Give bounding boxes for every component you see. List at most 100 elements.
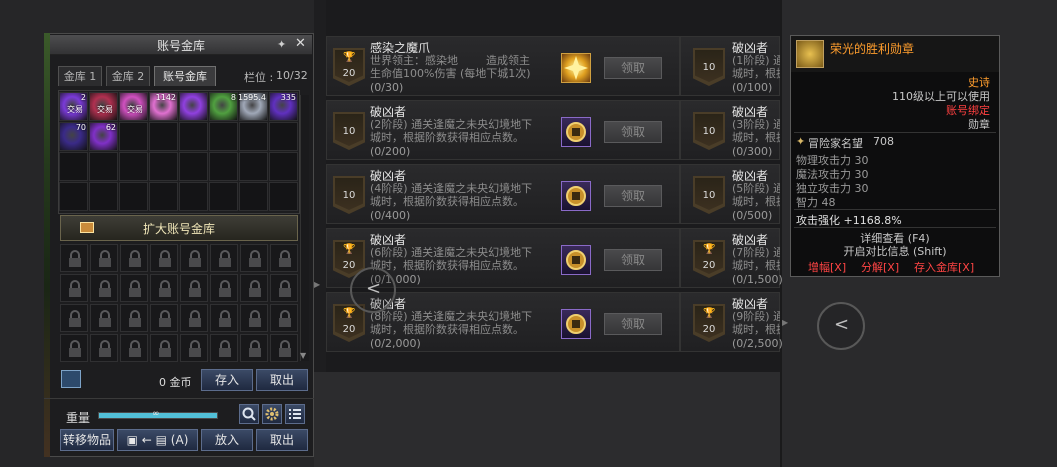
expand-arrow-icon[interactable]: ▶ bbox=[314, 280, 320, 289]
lock-icon bbox=[279, 310, 291, 327]
star-icon[interactable] bbox=[561, 53, 591, 83]
vault-slot[interactable] bbox=[179, 152, 208, 181]
pin-icon[interactable]: ✦ bbox=[277, 38, 286, 51]
vault-slot[interactable] bbox=[149, 152, 178, 181]
vault-slot[interactable] bbox=[209, 152, 238, 181]
vault-slot[interactable]: 1595.4 bbox=[238, 92, 268, 121]
green-cube-item[interactable]: 8 bbox=[210, 93, 237, 120]
vault-slot[interactable] bbox=[239, 152, 268, 181]
tab-vault-1[interactable]: 金库 1 bbox=[58, 66, 102, 86]
purple-swirl-item[interactable]: 62 bbox=[90, 123, 117, 150]
store-action: 存入金库[X] bbox=[914, 261, 975, 274]
pink-crystal-item[interactable]: 1142 bbox=[150, 93, 177, 120]
disassemble-action: 分解[X] bbox=[861, 261, 900, 274]
lock-icon bbox=[129, 250, 141, 267]
tab-account-vault[interactable]: 账号金库 bbox=[154, 66, 216, 86]
vault-slot[interactable]: 8 bbox=[209, 92, 238, 121]
tooltip-separator bbox=[794, 209, 996, 210]
claim-button[interactable]: 领取 bbox=[604, 121, 662, 143]
tab-vault-2[interactable]: 金库 2 bbox=[106, 66, 150, 86]
weight-value: ∞ bbox=[152, 409, 160, 419]
vault-slot[interactable]: 2 交易 bbox=[59, 92, 88, 121]
pink-gem-item[interactable]: 交易 bbox=[120, 93, 147, 120]
vault-slot[interactable] bbox=[179, 122, 208, 151]
lock-icon bbox=[189, 340, 201, 357]
vault-slot[interactable] bbox=[179, 182, 208, 211]
point-badge: 10 bbox=[333, 112, 365, 150]
scroll-down-icon[interactable]: ▼ bbox=[300, 351, 306, 360]
silver-stone-item[interactable]: 1595.4 bbox=[238, 93, 267, 120]
tradeable-tag: 交易 bbox=[67, 105, 83, 114]
vault-slot[interactable] bbox=[119, 182, 148, 211]
claim-button[interactable]: 领取 bbox=[604, 249, 662, 271]
search-button[interactable] bbox=[239, 404, 259, 424]
expand-vault-button[interactable]: 扩大账号金库 bbox=[60, 215, 298, 241]
lock-icon bbox=[189, 280, 201, 297]
locked-slot bbox=[270, 304, 298, 332]
auto-transfer-button[interactable]: ▣ ← ▤ (A) bbox=[117, 429, 198, 451]
vault-scrollbar[interactable] bbox=[300, 95, 309, 361]
vault-slot[interactable]: 70 bbox=[59, 122, 88, 151]
vault-slot[interactable] bbox=[119, 152, 148, 181]
close-icon[interactable]: ✕ bbox=[295, 36, 306, 51]
vault-slot[interactable] bbox=[119, 122, 148, 151]
vault-slot[interactable] bbox=[239, 122, 268, 151]
vault-slot[interactable] bbox=[269, 182, 298, 211]
purple-orb-item[interactable]: 2 交易 bbox=[60, 93, 87, 120]
vault-slot[interactable] bbox=[59, 182, 88, 211]
list-view-button[interactable] bbox=[285, 404, 305, 424]
vault-slot[interactable]: 335 bbox=[269, 92, 298, 121]
violet-orb-item[interactable]: 335 bbox=[270, 93, 297, 120]
claim-button[interactable]: 领取 bbox=[604, 57, 662, 79]
vault-slot[interactable] bbox=[209, 182, 238, 211]
prev-page-button-right[interactable]: < bbox=[817, 302, 865, 350]
dark-orb-item[interactable]: 70 bbox=[60, 123, 87, 150]
claim-button[interactable]: 领取 bbox=[604, 185, 662, 207]
mission-progress: (0/2,000) bbox=[370, 337, 421, 350]
vault-slot[interactable] bbox=[59, 152, 88, 181]
seal-icon[interactable] bbox=[561, 181, 591, 211]
vault-slot[interactable]: 1142 bbox=[149, 92, 178, 121]
item-count: 335 bbox=[280, 93, 296, 102]
vault-slot[interactable] bbox=[89, 152, 118, 181]
expand-arrow-icon-right[interactable]: ▶ bbox=[782, 318, 788, 327]
vault-slot[interactable] bbox=[209, 122, 238, 151]
lock-icon bbox=[69, 340, 81, 357]
transfer-items-button[interactable]: 转移物品 bbox=[60, 429, 114, 451]
vault-slot[interactable]: 交易 bbox=[119, 92, 148, 121]
seal-icon[interactable] bbox=[561, 117, 591, 147]
prev-page-button[interactable]: < bbox=[350, 267, 396, 313]
violet-shard-item[interactable] bbox=[180, 93, 207, 120]
vault-slot[interactable] bbox=[149, 182, 178, 211]
lock-icon bbox=[99, 310, 111, 327]
put-in-button[interactable]: 放入 bbox=[201, 429, 253, 451]
divider-line bbox=[44, 398, 314, 399]
locked-slot bbox=[150, 304, 178, 332]
vault-slot[interactable] bbox=[269, 152, 298, 181]
claim-button[interactable]: 领取 bbox=[604, 313, 662, 335]
item-count: 70 bbox=[75, 123, 86, 132]
mission-footer-area bbox=[314, 372, 780, 467]
mission-description: (8阶段) 通关逢魔之未央幻境地下 城时，根据阶数获得相应点数。 bbox=[370, 310, 533, 336]
vault-slot[interactable]: 交易 bbox=[89, 92, 118, 121]
vault-slot[interactable]: 62 bbox=[89, 122, 118, 151]
lock-icon bbox=[219, 340, 231, 357]
mission-description: (2阶段) 通关逢魔之未央幻境地下 城时，根据阶数获得相应点数。 bbox=[370, 118, 533, 144]
lock-icon bbox=[249, 280, 261, 297]
vault-slot[interactable] bbox=[269, 122, 298, 151]
seal-icon[interactable] bbox=[561, 309, 591, 339]
withdraw-button[interactable]: 取出 bbox=[256, 369, 308, 391]
locked-slot bbox=[270, 244, 298, 272]
scroll-item[interactable]: 交易 bbox=[90, 93, 117, 120]
coin-icon[interactable] bbox=[61, 370, 81, 388]
vault-slot[interactable] bbox=[149, 122, 178, 151]
item-count: 8 bbox=[230, 93, 236, 102]
vault-title: 账号金库 bbox=[156, 39, 205, 53]
vault-slot[interactable] bbox=[179, 92, 208, 121]
vault-slot[interactable] bbox=[239, 182, 268, 211]
settings-button[interactable] bbox=[262, 404, 282, 424]
vault-slot[interactable] bbox=[89, 182, 118, 211]
seal-icon[interactable] bbox=[561, 245, 591, 275]
deposit-button[interactable]: 存入 bbox=[201, 369, 253, 391]
take-out-button[interactable]: 取出 bbox=[256, 429, 308, 451]
